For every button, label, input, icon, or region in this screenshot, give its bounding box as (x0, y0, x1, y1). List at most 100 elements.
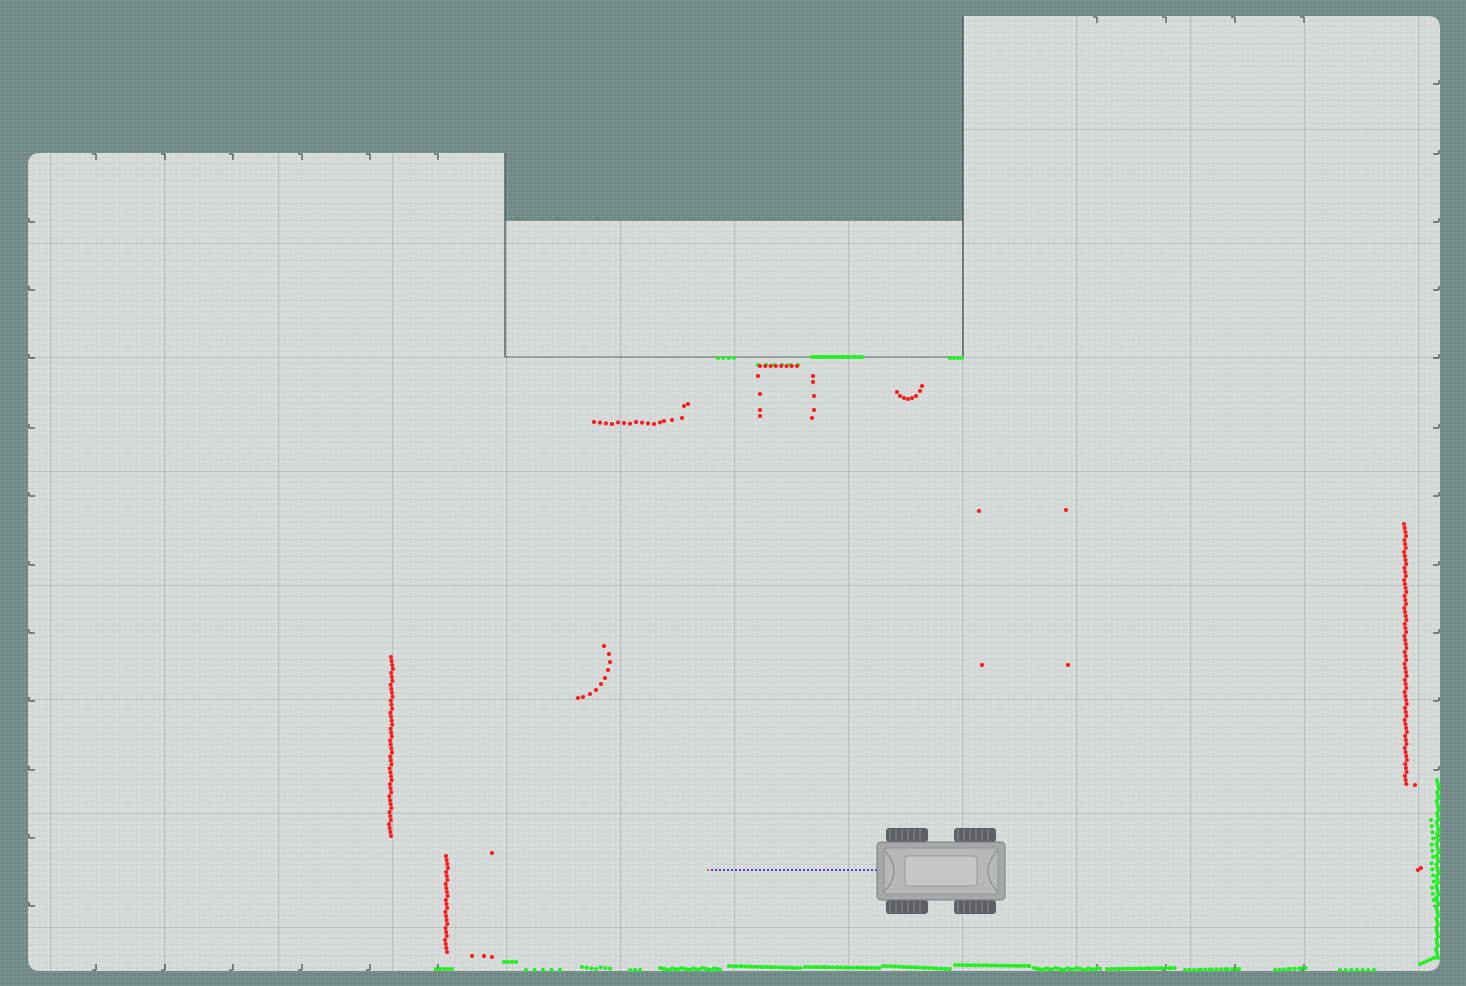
scan-point (389, 834, 393, 838)
scan-point (1418, 962, 1422, 966)
scan-point (1403, 710, 1408, 714)
scan-point (1403, 610, 1408, 614)
floor-grid (28, 16, 1440, 971)
scan-point (549, 968, 554, 972)
scan-point (490, 955, 494, 959)
scan-point (769, 965, 774, 970)
scan-point (989, 963, 994, 968)
scan-point (580, 965, 584, 969)
scan-point (1431, 836, 1436, 841)
scan-point (888, 964, 893, 969)
scan-point (1404, 782, 1409, 786)
scan-point (872, 965, 877, 970)
scan-point (445, 950, 449, 954)
scan-point (388, 682, 393, 687)
scan-point (599, 682, 603, 686)
scan-point (434, 967, 438, 971)
scan-point (1299, 966, 1304, 971)
scan-point (1404, 770, 1409, 774)
scan-point (598, 420, 602, 425)
scan-point (1281, 967, 1286, 972)
scan-point (444, 890, 449, 894)
scan-point (652, 422, 656, 426)
scan-point (1403, 598, 1408, 602)
scan-point (1425, 959, 1429, 963)
scan-point (752, 964, 757, 969)
scan-point (1429, 824, 1434, 829)
scan-point (1403, 666, 1408, 670)
scan-point (1237, 967, 1241, 971)
scan-point (602, 644, 606, 648)
scan-point (721, 356, 726, 360)
scan-point (755, 964, 760, 969)
occupancy-map (28, 16, 1441, 972)
map-viewport[interactable] (0, 0, 1466, 986)
scan-point (1403, 574, 1408, 578)
scan-point (1404, 730, 1409, 734)
scan-point (443, 942, 448, 946)
scan-point (1219, 967, 1224, 972)
scan-point (1001, 963, 1006, 968)
scan-point (1151, 966, 1156, 971)
scan-point (790, 965, 795, 970)
scan-point (445, 922, 450, 926)
scan-point (923, 965, 927, 970)
scan-point (803, 965, 807, 969)
scan-point (1022, 963, 1027, 968)
scan-point (514, 960, 518, 964)
scan-point (1372, 968, 1376, 972)
scan-point (895, 390, 899, 394)
scan-point (948, 356, 952, 360)
scan-point (389, 686, 394, 691)
scan-point (1431, 854, 1436, 859)
scan-point (388, 802, 393, 807)
scan-point (839, 965, 844, 970)
scan-point (868, 965, 873, 970)
scan-point (388, 770, 393, 775)
scan-point (947, 967, 952, 971)
scan-point (445, 906, 450, 910)
scan-point (1121, 966, 1126, 971)
scan-point (388, 742, 393, 747)
scan-point (445, 862, 450, 866)
scan-point (998, 963, 1003, 968)
scan-point (640, 420, 644, 425)
scan-point (594, 688, 598, 692)
scan-point (1403, 778, 1408, 782)
scan-point (1402, 526, 1407, 530)
scan-point (1183, 968, 1187, 972)
scan-point (1402, 554, 1407, 558)
scan-point (1160, 966, 1165, 971)
scan-point (785, 965, 790, 970)
scan-point (390, 722, 395, 727)
scan-point (812, 394, 816, 398)
scan-point (768, 364, 773, 368)
scan-point (1402, 606, 1407, 610)
scan-point (1402, 582, 1407, 586)
scan-point (1403, 738, 1408, 742)
scan-point (1430, 885, 1435, 890)
scan-point (1402, 690, 1407, 694)
scan-point (1010, 963, 1015, 968)
scan-point (1403, 626, 1408, 630)
scan-point (1192, 967, 1197, 972)
scan-point (1402, 578, 1407, 582)
scan-point (607, 652, 611, 656)
scan-point (994, 963, 999, 968)
scan-point (628, 421, 632, 426)
scan-point (1403, 722, 1408, 726)
scan-point (956, 963, 961, 968)
scan-point (1343, 968, 1348, 972)
scan-point (930, 966, 935, 971)
scan-point (389, 750, 394, 755)
scan-point (1403, 602, 1408, 606)
scan-point (779, 364, 784, 368)
scan-point (977, 963, 982, 968)
scan-point (510, 960, 514, 964)
scan-point (1404, 754, 1409, 758)
scan-point (914, 965, 919, 970)
scan-point (1404, 562, 1409, 566)
scan-point (734, 964, 739, 969)
scan-point (1431, 898, 1436, 902)
scan-point (608, 660, 612, 664)
